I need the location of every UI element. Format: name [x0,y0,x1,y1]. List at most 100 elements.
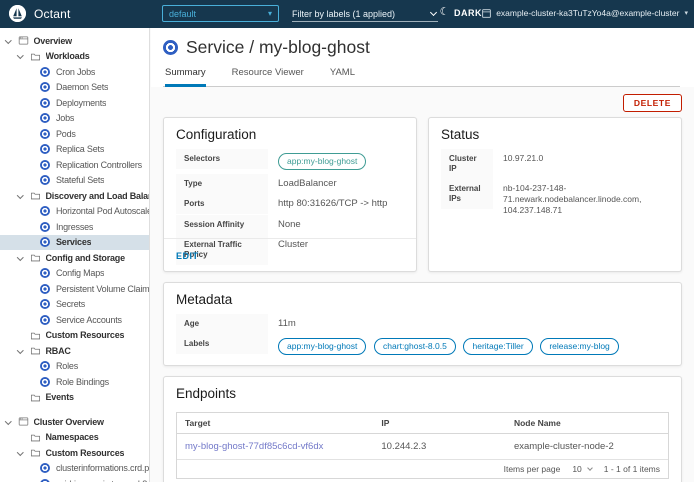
resource-icon [40,361,50,371]
chevron-down-icon[interactable] [17,347,23,353]
sidebar-item-label: Pods [56,129,76,139]
status-title: Status [429,118,681,149]
sidebar-item-secrets[interactable]: Secrets [0,297,149,313]
configuration-title: Configuration [164,118,416,149]
sidebar-item-clusterinformations-crd-projec[interactable]: clusterinformations.crd.projec [0,461,149,477]
sidebar-item-overview[interactable]: Overview [0,33,149,49]
chevron-down-icon[interactable] [17,254,23,260]
sidebar-item-csidrivers-csi-storage-k8s-io[interactable]: csidrivers.csi.storage.k8s.io [0,476,149,482]
actions-row: DELETE [151,87,694,117]
sidebar-item-cluster-overview[interactable]: Cluster Overview [0,414,149,430]
configuration-card: Configuration Selectors app:my-blog-ghos… [163,117,417,272]
label-filter-input[interactable]: Filter by labels (1 applied) [292,6,438,22]
sidebar-item-deployments[interactable]: Deployments [0,95,149,111]
resource-icon [40,268,50,278]
sidebar-item-label: Deployments [56,98,106,108]
theme-label: DARK [454,8,482,18]
delete-button[interactable]: DELETE [623,94,682,112]
octant-logo[interactable]: Octant [9,5,71,22]
moon-icon: ☾ [440,7,450,18]
sidebar-item-label: Events [46,392,74,402]
sidebar-item-config-maps[interactable]: Config Maps [0,266,149,282]
sidebar-item-roles[interactable]: Roles [0,359,149,375]
octant-logo-icon [9,5,26,22]
metadata-row-labels: Labels app:my-blog-ghost chart:ghost-8.0… [176,334,669,359]
folder-icon [30,51,41,62]
sidebar-item-namespaces[interactable]: Namespaces [0,430,149,446]
sidebar-item-jobs[interactable]: Jobs [0,111,149,127]
service-icon [163,40,178,55]
metadata-title: Metadata [164,283,681,314]
configuration-footer: EDIT [164,238,416,271]
endpoint-ip: 10.244.2.3 [373,434,506,460]
sidebar-item-label: Workloads [46,51,90,61]
chevron-down-icon [430,8,437,15]
chevron-down-icon[interactable] [17,449,23,455]
sidebar-item-label: Services [56,237,91,247]
sidebar-item-role-bindings[interactable]: Role Bindings [0,374,149,390]
sidebar-item-label: Cluster Overview [34,417,104,427]
resource-icon [40,284,50,294]
sidebar-item-service-accounts[interactable]: Service Accounts [0,312,149,328]
sidebar-item-stateful-sets[interactable]: Stateful Sets [0,173,149,189]
resource-icon [40,98,50,108]
label-tag: heritage:Tiller [463,338,532,355]
sidebar-item-ingresses[interactable]: Ingresses [0,219,149,235]
folder-icon [30,447,41,458]
sidebar-item-discovery-and-load-balancing[interactable]: Discovery and Load Balancing [0,188,149,204]
endpoint-target-link[interactable]: my-blog-ghost-77df85c6cd-vf6dx [185,441,323,452]
endpoint-node-name: example-cluster-node-2 [506,434,668,460]
sidebar-item-pods[interactable]: Pods [0,126,149,142]
sidebar-item-services[interactable]: Services [0,235,149,251]
main-content: Service / my-blog-ghost Summary Resource… [151,28,694,482]
status-card: Status Cluster IP 10.97.21.0 External IP… [428,117,682,272]
sidebar-item-cron-jobs[interactable]: Cron Jobs [0,64,149,80]
endpoints-table: Target IP Node Name my-blog-ghost-77df85… [176,412,669,479]
items-per-page-select[interactable]: 10 [572,464,591,474]
sidebar-item-label: Cron Jobs [56,67,95,77]
sidebar-item-replica-sets[interactable]: Replica Sets [0,142,149,158]
folder-icon [30,345,41,356]
label-tag: chart:ghost-8.0.5 [374,338,456,355]
cards-area: Configuration Selectors app:my-blog-ghos… [151,117,694,482]
overview-icon [18,35,29,46]
namespace-select[interactable]: default ▾ [162,5,279,22]
chevron-down-icon[interactable] [5,418,11,424]
sidebar-item-events[interactable]: Events [0,390,149,406]
sidebar-item-custom-resources[interactable]: Custom Resources [0,328,149,344]
pagination-bar: Items per page 10 1 - 1 of 1 items [177,459,668,478]
sidebar-item-label: Jobs [56,113,74,123]
tab-resource-viewer[interactable]: Resource Viewer [232,67,304,86]
chevron-down-icon[interactable] [5,37,11,43]
label-tag: release:my-blog [540,338,618,355]
cluster-context-menu[interactable]: example-cluster-ka3TuTzYo4a@example-clus… [482,8,688,18]
sidebar-item-daemon-sets[interactable]: Daemon Sets [0,80,149,96]
resource-icon [40,222,50,232]
cluster-context-label: example-cluster-ka3TuTzYo4a@example-clus… [496,8,679,18]
folder-icon [30,432,41,443]
resource-icon [40,463,50,473]
sidebar-item-replication-controllers[interactable]: Replication Controllers [0,157,149,173]
theme-toggle[interactable]: ☾ DARK [440,7,482,18]
sidebar-item-label: Config and Storage [46,253,125,263]
edit-button[interactable]: EDIT [176,251,199,261]
tab-yaml[interactable]: YAML [330,67,355,86]
chevron-down-icon[interactable] [17,192,23,198]
tab-summary[interactable]: Summary [165,67,206,87]
sidebar-item-rbac[interactable]: RBAC [0,343,149,359]
chevron-down-icon[interactable] [17,52,23,58]
config-row-ports: Ports http 80:31626/TCP -> http [176,194,404,214]
config-row-selectors: Selectors app:my-blog-ghost [176,149,404,174]
sidebar-item-persistent-volume-claims[interactable]: Persistent Volume Claims [0,281,149,297]
sidebar-item-config-and-storage[interactable]: Config and Storage [0,250,149,266]
sidebar-nav: Overview Workloads Cron Jobs Daemon Sets Dep… [0,28,150,482]
sidebar-item-label: Config Maps [56,268,104,278]
sidebar-item-workloads[interactable]: Workloads [0,49,149,65]
status-row-cluster-ip: Cluster IP 10.97.21.0 [441,149,669,179]
sidebar-item-custom-resources[interactable]: Custom Resources [0,445,149,461]
pagination-range: 1 - 1 of 1 items [604,464,660,474]
endpoints-title: Endpoints [164,377,681,408]
sidebar-item-horizontal-pod-autoscalers[interactable]: Horizontal Pod Autoscalers [0,204,149,220]
endpoints-header-row: Target IP Node Name [177,413,668,434]
page-title-text: Service / my-blog-ghost [186,37,370,58]
